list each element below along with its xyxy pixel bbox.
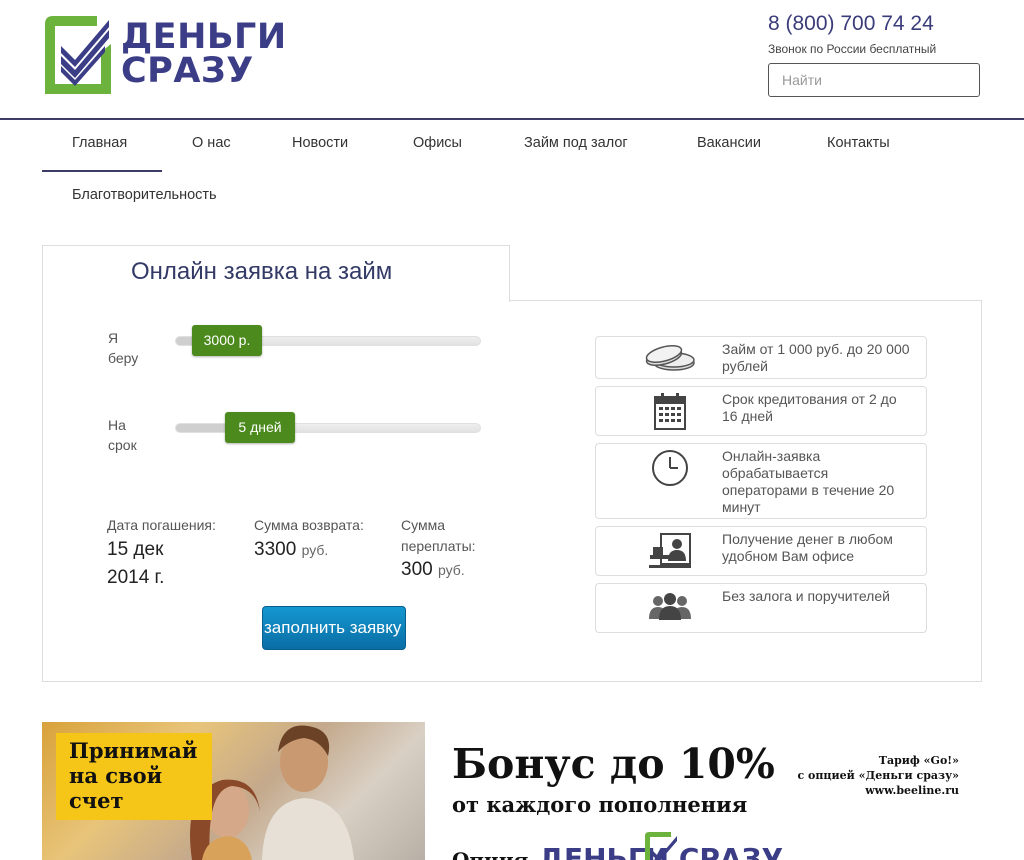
apply-button[interactable]: заполнить заявку — [262, 606, 406, 650]
site-header: ДЕНЬГИ СРАЗУ 8 (800) 700 74 24 Звонок по… — [0, 0, 1024, 118]
feature-item-online: Онлайн-заявка обрабатывается операторами… — [595, 443, 927, 519]
banner-tariff-info: Тариф «Go!» с опцией «Деньги сразу» www.… — [797, 754, 959, 797]
nav-active-indicator — [42, 170, 162, 172]
feature-item-office: Получение денег в любом удобном Вам офис… — [595, 526, 927, 576]
nav-item-offices[interactable]: Офисы — [413, 118, 462, 170]
feature-text: Без залога и поручителей — [722, 588, 890, 604]
banner-option-label: Опция — [452, 848, 529, 860]
feature-text: Получение денег в любом удобном Вам офис… — [722, 531, 893, 564]
banner-logo-check-icon — [645, 832, 677, 860]
term-slider-handle[interactable]: 5 дней — [225, 412, 295, 443]
phone-number[interactable]: 8 (800) 700 74 24 — [768, 12, 934, 36]
nav-item-home[interactable]: Главная — [72, 118, 127, 170]
feature-text: Срок кредитования от 2 до 16 дней — [722, 391, 897, 424]
banner-slogan: Принимай на свой счет — [69, 738, 198, 813]
clock-icon — [640, 449, 700, 487]
nav-item-vacancies[interactable]: Вакансии — [697, 118, 761, 170]
feature-item-term: Срок кредитования от 2 до 16 дней — [595, 386, 927, 436]
office-icon — [640, 533, 700, 569]
promo-banner[interactable]: Принимай на свой счет Бонус до 10% от ка… — [42, 722, 982, 860]
overpay-value: 300 — [401, 559, 433, 580]
calculator-title: Онлайн заявка на займ — [131, 258, 393, 285]
feature-text: Онлайн-заявка обрабатывается операторами… — [722, 448, 895, 515]
term-label: На срок — [108, 417, 137, 453]
feature-item-no-pledge: Без залога и поручителей — [595, 583, 927, 633]
logo-check-icon — [45, 16, 111, 94]
coins-icon — [640, 345, 700, 373]
return-sum-unit: руб. — [301, 542, 329, 558]
phone-note: Звонок по России бесплатный — [768, 42, 937, 56]
repay-date-value: 15 дек 2014 г. — [107, 539, 165, 588]
return-sum-label: Сумма возврата: — [254, 517, 364, 533]
calendar-icon — [640, 392, 700, 430]
feature-item-amount: Займ от 1 000 руб. до 20 000 рублей — [595, 336, 927, 379]
overpay-unit: руб. — [437, 562, 465, 578]
banner-subline: от каждого пополнения — [452, 792, 748, 817]
logo[interactable]: ДЕНЬГИ СРАЗУ — [45, 16, 287, 96]
logo-text: ДЕНЬГИ СРАЗУ — [121, 17, 287, 91]
feature-text: Займ от 1 000 руб. до 20 000 рублей — [722, 341, 910, 374]
amount-label: Я беру — [108, 330, 139, 366]
return-sum-value: 3300 — [254, 539, 297, 560]
people-icon — [640, 592, 700, 620]
nav-item-news[interactable]: Новости — [292, 118, 348, 170]
nav-item-contacts[interactable]: Контакты — [827, 118, 890, 170]
overpay-label: Сумма переплаты: — [401, 517, 476, 554]
banner-headline: Бонус до 10% — [452, 740, 775, 788]
nav-item-pledge-loan[interactable]: Займ под залог — [524, 118, 628, 170]
amount-slider-handle[interactable]: 3000 р. — [192, 325, 262, 356]
nav-item-about[interactable]: О нас — [192, 118, 231, 170]
return-sum: 3300 руб. — [254, 536, 328, 564]
nav-item-charity[interactable]: Благотворительность — [72, 170, 217, 222]
overpay-sum: 300 руб. — [401, 556, 465, 584]
repay-date-label: Дата погашения: — [107, 517, 216, 533]
term-slider-track[interactable] — [175, 423, 481, 433]
search-input[interactable] — [768, 63, 980, 97]
